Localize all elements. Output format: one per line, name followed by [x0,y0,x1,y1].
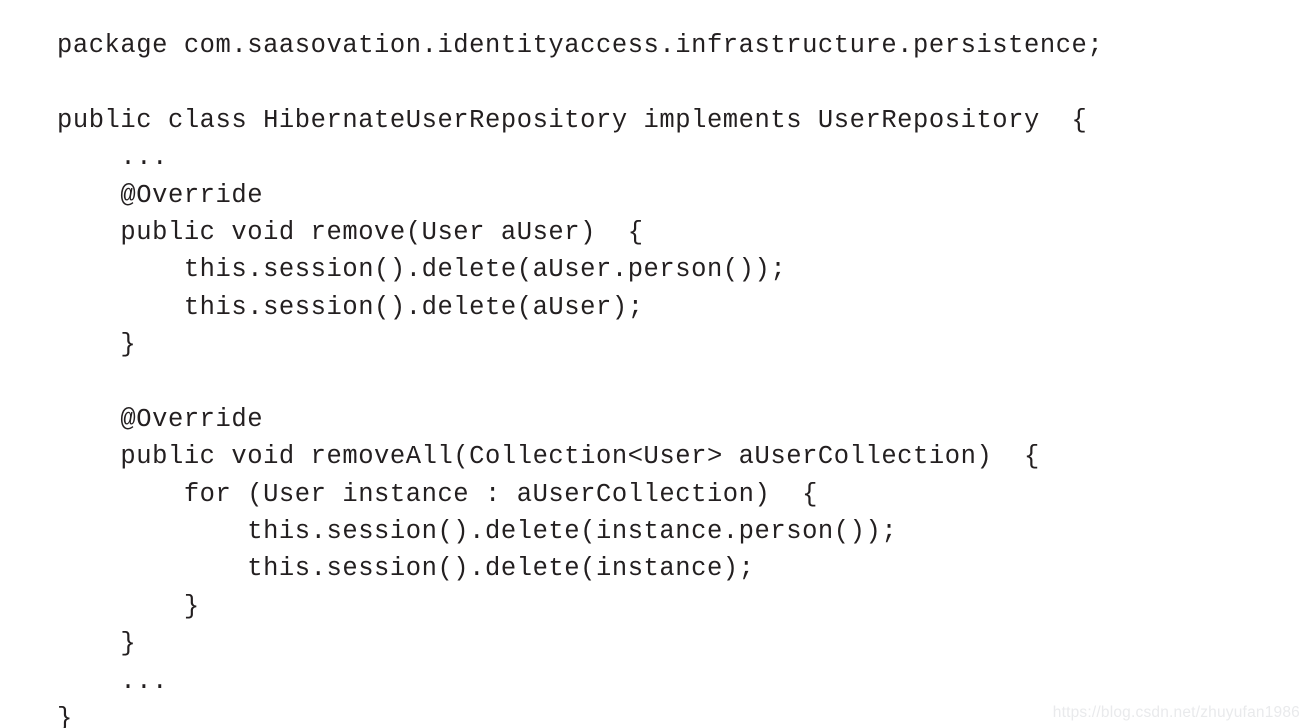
code-line: ... [57,143,168,173]
code-line: this.session().delete(instance.person())… [57,517,898,547]
code-line: @Override [57,404,264,434]
code-line: @Override [57,180,264,210]
code-line: public void removeAll(Collection<User> a… [57,442,1040,472]
code-line: } [57,330,137,360]
csdn-blog-watermark: https://blog.csdn.net/zhuyufan1986 [1052,704,1300,721]
code-line: } [57,591,200,621]
code-listing-page: package com.saasovation.identityaccess.i… [0,0,1316,728]
code-line: package com.saasovation.identityaccess.i… [57,31,1104,60]
code-line: ... [57,666,168,696]
code-line: public void remove(User aUser) { [57,217,644,247]
code-line: this.session().delete(instance); [57,554,755,584]
code-line: this.session().delete(aUser); [57,292,644,322]
code-line: } [57,629,137,659]
code-line: for (User instance : aUserCollection) { [57,479,818,509]
code-line: this.session().delete(aUser.person()); [57,255,787,285]
java-code-block: package com.saasovation.identityaccess.i… [0,13,1316,728]
code-line: public class HibernateUserRepository imp… [57,105,1088,135]
